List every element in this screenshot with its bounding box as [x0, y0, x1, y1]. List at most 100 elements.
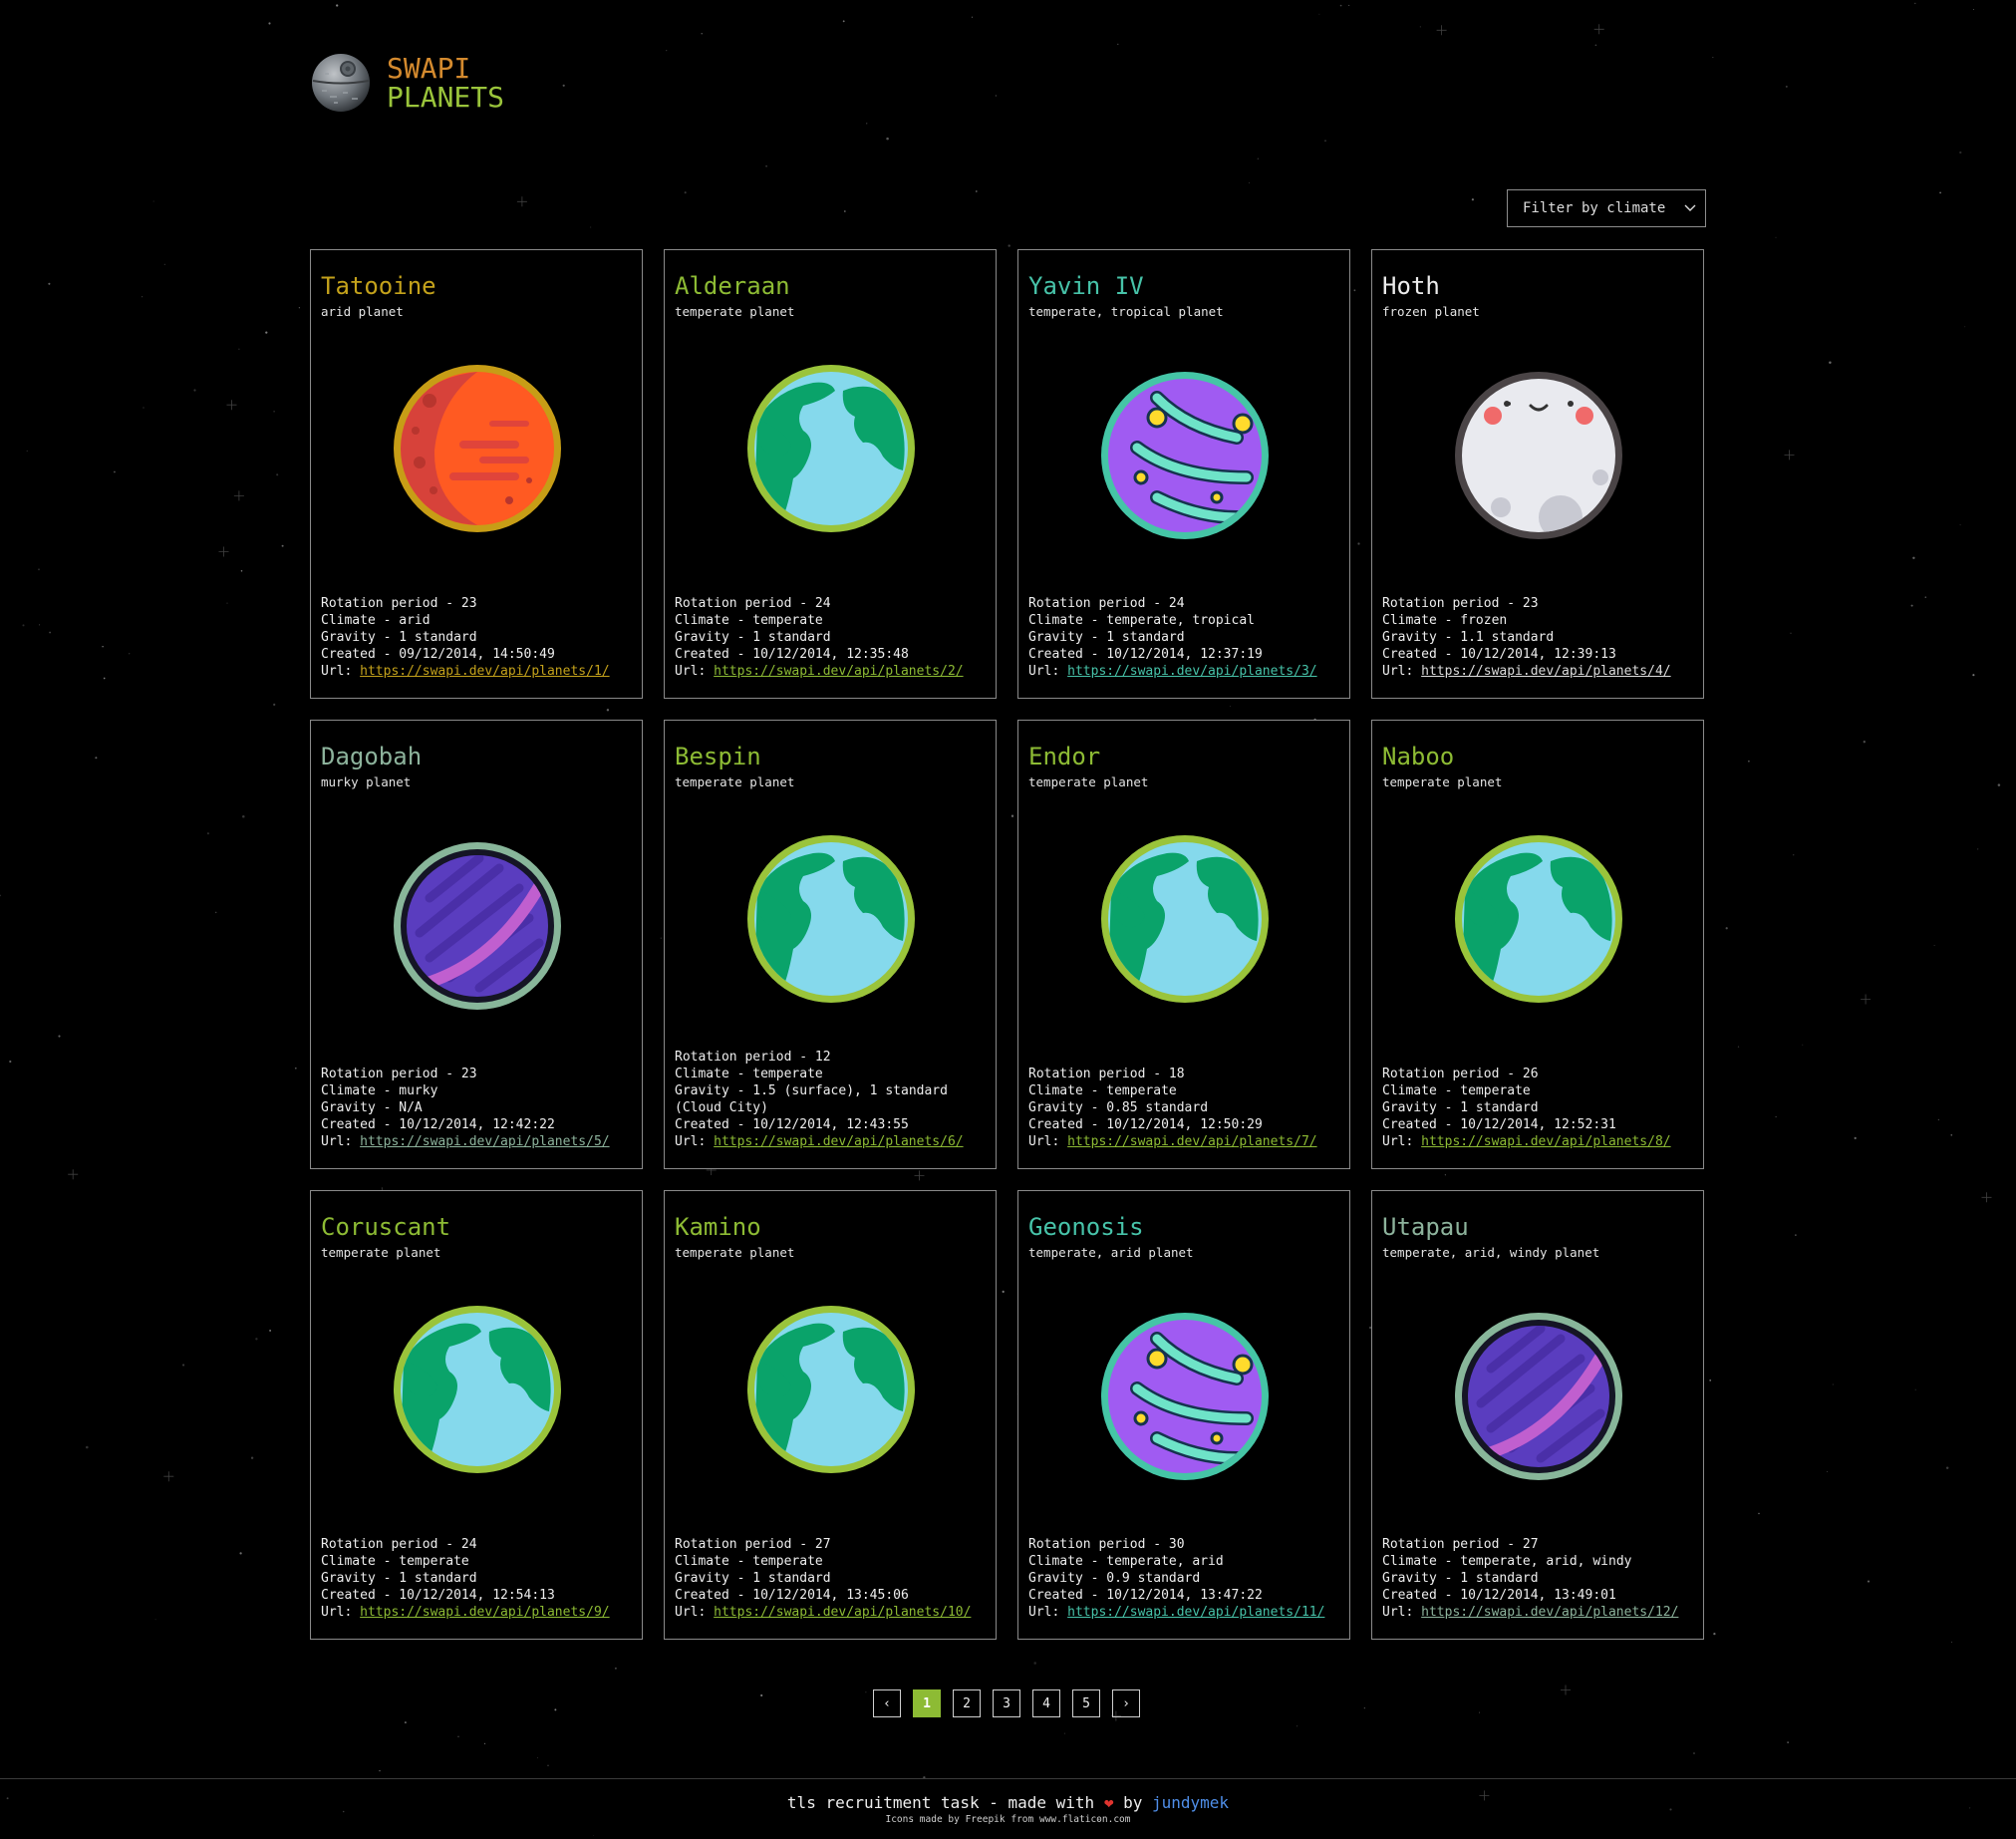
freepik-link[interactable]: Freepik — [966, 1814, 1006, 1825]
gravity-label: Gravity - — [321, 630, 400, 645]
created-label: Created - — [675, 1588, 753, 1603]
climate-label: Climate - — [675, 613, 753, 628]
planet-url-link[interactable]: https://swapi.dev/api/planets/10/ — [714, 1605, 971, 1620]
planet-card[interactable]: Dagobah murky planet Rotation period - 2… — [310, 720, 643, 1169]
planet-card[interactable]: Utapau temperate, arid, windy planet Rot… — [1371, 1190, 1704, 1640]
earth-icon — [743, 1302, 919, 1477]
credit-from: from — [1010, 1814, 1034, 1825]
created-label: Created - — [675, 647, 753, 662]
planet-card[interactable]: Coruscant temperate planet Rotation peri… — [310, 1190, 643, 1640]
page-button-1[interactable]: 1 — [913, 1689, 941, 1717]
planet-url-link[interactable]: https://swapi.dev/api/planets/5/ — [360, 1134, 609, 1149]
planet-url-link[interactable]: https://swapi.dev/api/planets/9/ — [360, 1605, 609, 1620]
planet-card[interactable]: Naboo temperate planet Rotation period -… — [1371, 720, 1704, 1169]
planet-details: Rotation period - 27 Climate - temperate… — [675, 1536, 988, 1621]
gravity-value: 1 standard — [752, 1571, 831, 1586]
author-link[interactable]: jundymek — [1152, 1793, 1229, 1812]
prev-page-button[interactable]: ‹ — [873, 1689, 901, 1717]
gravity-value: 1 standard — [752, 630, 831, 645]
page-button-5[interactable]: 5 — [1072, 1689, 1100, 1717]
planet-url-link[interactable]: https://swapi.dev/api/planets/7/ — [1067, 1134, 1316, 1149]
jungle-planet-icon — [1097, 368, 1273, 543]
gravity-value: 1 standard — [1460, 1571, 1539, 1586]
climate-value: murky — [399, 1083, 438, 1098]
climate-filter-select[interactable]: Filter by climate — [1507, 189, 1706, 227]
planet-card[interactable]: Endor temperate planet Rotation period -… — [1017, 720, 1350, 1169]
page-button-4[interactable]: 4 — [1032, 1689, 1060, 1717]
app-title: SWAPI PLANETS — [387, 54, 504, 112]
chevron-left-icon: ‹ — [883, 1695, 891, 1711]
rotation-label: Rotation period - — [675, 1050, 815, 1065]
gravity-label: Gravity - — [1382, 1100, 1461, 1115]
climate-label: Climate - — [321, 1083, 400, 1098]
planet-url-link[interactable]: https://swapi.dev/api/planets/1/ — [360, 664, 609, 679]
climate-value: temperate — [752, 613, 823, 628]
planet-card[interactable]: Yavin IV temperate, tropical planet Rota… — [1017, 249, 1350, 699]
planet-url-link[interactable]: https://swapi.dev/api/planets/12/ — [1421, 1605, 1678, 1620]
app-logo[interactable]: SWAPI PLANETS — [310, 52, 504, 114]
planet-card[interactable]: Geonosis temperate, arid planet Rotation… — [1017, 1190, 1350, 1640]
climate-value: temperate, arid, windy — [1460, 1554, 1632, 1569]
gravity-value: 0.85 standard — [1106, 1100, 1209, 1115]
created-label: Created - — [675, 1117, 753, 1132]
planet-card[interactable]: Bespin temperate planet Rotation period … — [664, 720, 997, 1169]
gravity-label: Gravity - — [321, 1571, 400, 1586]
planet-card[interactable]: Tatooine arid planet Rotation period - 2… — [310, 249, 643, 699]
planet-card[interactable]: Alderaan temperate planet Rotation perio… — [664, 249, 997, 699]
planet-name: Alderaan — [675, 272, 790, 300]
rotation-label: Rotation period - — [321, 1067, 461, 1081]
planet-url-link[interactable]: https://swapi.dev/api/planets/3/ — [1067, 664, 1316, 679]
planet-url-link[interactable]: https://swapi.dev/api/planets/2/ — [714, 664, 963, 679]
planet-details: Rotation period - 24 Climate - temperate… — [675, 595, 988, 680]
mars-icon — [390, 361, 565, 536]
planet-details: Rotation period - 27 Climate - temperate… — [1382, 1536, 1695, 1621]
planet-url-link[interactable]: https://swapi.dev/api/planets/8/ — [1421, 1134, 1670, 1149]
climate-label: Climate - — [321, 1554, 400, 1569]
url-label: Url: — [1028, 664, 1068, 679]
page-button-2[interactable]: 2 — [953, 1689, 981, 1717]
planet-url-link[interactable]: https://swapi.dev/api/planets/4/ — [1421, 664, 1670, 679]
url-label: Url: — [1382, 1605, 1422, 1620]
url-label: Url: — [321, 1605, 361, 1620]
climate-filter-label: Filter by climate — [1523, 200, 1666, 216]
gravity-label: Gravity - — [1028, 1571, 1107, 1586]
planet-details: Rotation period - 26 Climate - temperate… — [1382, 1066, 1695, 1150]
climate-label: Climate - — [675, 1554, 753, 1569]
created-value: 10/12/2014, 13:47:22 — [1106, 1588, 1263, 1603]
climate-value: temperate — [1106, 1083, 1177, 1098]
url-label: Url: — [321, 664, 361, 679]
planet-url-link[interactable]: https://swapi.dev/api/planets/11/ — [1067, 1605, 1324, 1620]
planet-card[interactable]: Kamino temperate planet Rotation period … — [664, 1190, 997, 1640]
earth-icon — [743, 361, 919, 536]
pagination: ‹ 1 2 3 4 5 › — [873, 1689, 1140, 1717]
starfield-background — [0, 2, 2001, 1836]
climate-label: Climate - — [675, 1067, 753, 1081]
url-label: Url: — [1028, 1605, 1068, 1620]
page-button-3[interactable]: 3 — [993, 1689, 1020, 1717]
gravity-value: N/A — [399, 1100, 423, 1115]
footer: tls recruitment task - made with ❤ by ju… — [0, 1778, 2016, 1839]
rotation-value: 27 — [814, 1537, 831, 1552]
next-page-button[interactable]: › — [1112, 1689, 1140, 1717]
planet-name: Tatooine — [321, 272, 436, 300]
planet-subtitle: temperate, arid planet — [1028, 1245, 1194, 1260]
created-label: Created - — [1028, 1117, 1107, 1132]
rotation-value: 30 — [1168, 1537, 1185, 1552]
planet-url-link[interactable]: https://swapi.dev/api/planets/6/ — [714, 1134, 963, 1149]
climate-value: frozen — [1460, 613, 1508, 628]
url-label: Url: — [675, 1605, 715, 1620]
rotation-value: 27 — [1522, 1537, 1539, 1552]
planet-card[interactable]: Hoth frozen planet Rotation period - 23 … — [1371, 249, 1704, 699]
flaticon-link[interactable]: www.flaticon.com — [1039, 1814, 1131, 1825]
url-label: Url: — [1382, 1134, 1422, 1149]
rotation-value: 23 — [1522, 596, 1539, 611]
planet-name: Geonosis — [1028, 1213, 1144, 1241]
app-title-word2: PLANETS — [387, 81, 505, 114]
gravity-label: Gravity - — [1028, 1100, 1107, 1115]
planet-details: Rotation period - 30 Climate - temperate… — [1028, 1536, 1341, 1621]
gravity-value: 0.9 standard — [1106, 1571, 1201, 1586]
gravity-value: 1 standard — [399, 1571, 477, 1586]
climate-label: Climate - — [1382, 1554, 1461, 1569]
planet-subtitle: temperate planet — [675, 304, 795, 319]
planet-details: Rotation period - 12 Climate - temperate… — [675, 1049, 988, 1150]
